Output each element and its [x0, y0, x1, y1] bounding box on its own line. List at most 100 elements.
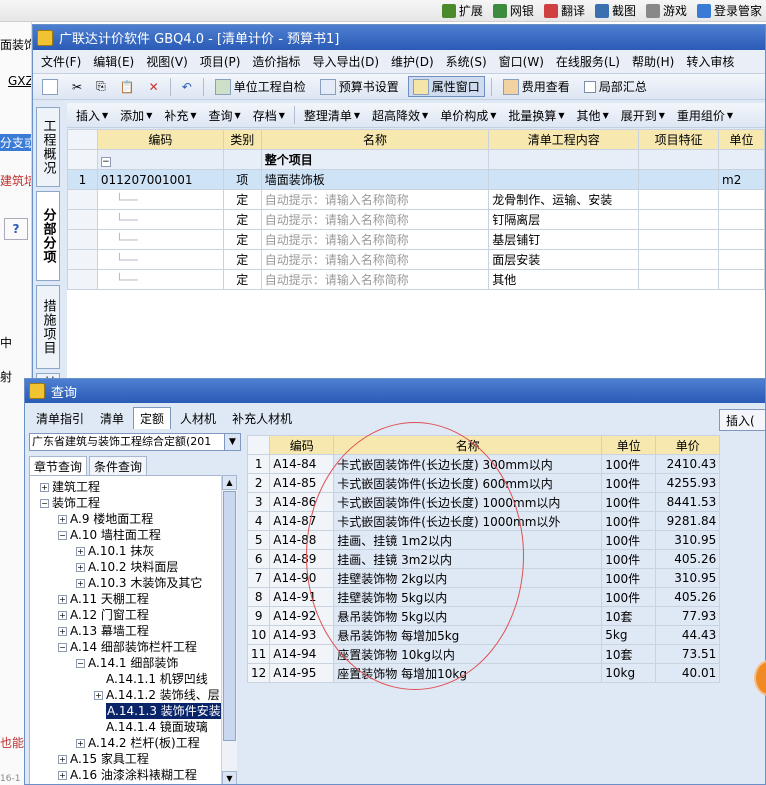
vtab-1[interactable]: 分部分项	[36, 191, 60, 281]
tree-connector[interactable]: └──	[96, 249, 224, 270]
col-type[interactable]: 类别	[222, 129, 262, 150]
cell-code[interactable]: A14-87	[269, 511, 335, 531]
cell-price[interactable]: 310.95	[655, 530, 721, 550]
col-name[interactable]: 名称	[333, 435, 603, 455]
chevron-down-icon[interactable]: ▼	[224, 434, 240, 450]
cell-price[interactable]: 405.26	[655, 587, 721, 607]
cell-type[interactable]: 定	[222, 229, 262, 250]
tree-node[interactable]: A.14.1.3 装饰件安装	[94, 703, 222, 719]
col-price[interactable]: 单价	[655, 435, 721, 455]
query-tab-0[interactable]: 清单指引	[29, 407, 91, 429]
cell-name[interactable]: 挂画、挂镜 3m2以内	[333, 549, 603, 569]
cell-code[interactable]: A14-86	[269, 492, 335, 512]
query-tab-2[interactable]: 定额	[133, 407, 172, 429]
cell-unit[interactable]: 100件	[601, 568, 657, 588]
cell-name-hint[interactable]: 自动提示：请输入名称简称	[260, 209, 490, 230]
cell-unit[interactable]: 10套	[601, 606, 657, 626]
tree-node[interactable]: A.14.1.1 机锣凹线	[94, 671, 208, 687]
collapse-icon[interactable]: −	[40, 498, 49, 508]
tree-node[interactable]: + A.14.2 栏杆(板)工程	[76, 735, 200, 751]
table-row[interactable]: 12 A14-95 座置装饰物 每增加10kg 10kg 40.01	[246, 663, 721, 683]
tree-node[interactable]: + A.10.2 块料面层	[76, 559, 178, 575]
expand-icon[interactable]: +	[76, 738, 85, 748]
cell-name[interactable]: 墙面装饰板	[260, 169, 490, 190]
tree-node[interactable]: + A.10.1 抹灰	[76, 543, 154, 559]
table-row[interactable]: 9 A14-92 悬吊装饰物 5kg以内 10套 77.93	[246, 606, 721, 626]
grid-tool-1[interactable]: 添加 ▼	[115, 107, 157, 124]
cell-unit[interactable]: 100件	[601, 492, 657, 512]
cell-name[interactable]: 挂壁装饰物 2kg以内	[333, 568, 603, 588]
tree-connector[interactable]: └──	[96, 269, 224, 290]
vtab-2[interactable]: 措施项目	[36, 285, 60, 369]
cell-type[interactable]: 定	[222, 209, 262, 230]
cell-unit[interactable]: m2	[718, 169, 765, 190]
cell-code[interactable]: A14-88	[269, 530, 335, 550]
book-settings-button[interactable]: 预算书设置	[315, 76, 404, 97]
undo-icon[interactable]: ↶	[177, 78, 197, 96]
menu-item-9[interactable]: 在线服务(L)	[550, 53, 626, 70]
tree-node[interactable]: + 建筑工程	[40, 479, 100, 495]
grid-tool-5[interactable]: 整理清单 ▼	[299, 107, 365, 124]
expand-icon[interactable]: +	[58, 626, 67, 636]
main-titlebar[interactable]: 广联达计价软件 GBQ4.0 - [清单计价 - 预算书1]	[33, 25, 765, 50]
col-unit[interactable]: 单位	[601, 435, 657, 455]
menu-item-10[interactable]: 帮助(H)	[626, 53, 680, 70]
grid-tool-11[interactable]: 重用组价 ▼	[672, 107, 738, 124]
grid-tool-8[interactable]: 批量换算 ▼	[503, 107, 569, 124]
table-row[interactable]: └── 定自动提示：请输入名称简称 其他	[67, 269, 765, 290]
tree-node[interactable]: A.14.1.4 镜面玻璃	[94, 719, 208, 735]
help-icon[interactable]: ?	[4, 218, 28, 240]
tree-node[interactable]: + A.15 家具工程	[58, 751, 149, 767]
cell-name[interactable]: 座置装饰物 10kg以内	[333, 644, 603, 664]
cell-unit[interactable]: 10套	[601, 644, 657, 664]
cell-price[interactable]: 40.01	[655, 663, 721, 683]
insert-button[interactable]: 插入(	[719, 409, 765, 431]
tab-condition-query[interactable]: 条件查询	[89, 456, 148, 477]
cell-name[interactable]: 悬吊装饰物 5kg以内	[333, 606, 603, 626]
menu-item-0[interactable]: 文件(F)	[35, 53, 87, 70]
expand-icon[interactable]: +	[76, 562, 85, 572]
collapse-toggle-icon[interactable]: −	[100, 156, 111, 167]
cell-price[interactable]: 8441.53	[655, 492, 721, 512]
cell-name[interactable]: 挂壁装饰物 5kg以内	[333, 587, 603, 607]
tree-node[interactable]: − 装饰工程	[40, 495, 100, 511]
cell-code[interactable]: A14-90	[269, 568, 335, 588]
browser-screenshot-button[interactable]: 截图	[594, 2, 636, 19]
cell-unit[interactable]: 100件	[601, 454, 657, 474]
cell-unit[interactable]: 5kg	[601, 625, 657, 645]
tree-node[interactable]: + A.13 幕墙工程	[58, 623, 149, 639]
col-code[interactable]: 编码	[96, 129, 224, 150]
browser-game-button[interactable]: 游戏	[645, 2, 687, 19]
grid-tool-3[interactable]: 查询 ▼	[204, 107, 246, 124]
cost-view-button[interactable]: 费用查看	[498, 76, 575, 97]
cell-unit[interactable]: 100件	[601, 530, 657, 550]
tree-node[interactable]: + A.10.3 木装饰及其它	[76, 575, 202, 591]
query-tab-4[interactable]: 补充人材机	[225, 407, 299, 429]
cell-content[interactable]: 龙骨制作、运输、安装	[488, 189, 640, 210]
col-feature[interactable]: 项目特征	[638, 129, 720, 150]
tree-connector[interactable]: └──	[96, 209, 224, 230]
cell-name[interactable]: 挂画、挂镜 1m2以内	[333, 530, 603, 550]
table-row[interactable]: └── 定自动提示：请输入名称简称 面层安装	[67, 249, 765, 270]
col-code[interactable]: 编码	[269, 435, 335, 455]
expand-icon[interactable]: +	[58, 770, 67, 780]
paste-icon[interactable]: 📋	[115, 78, 140, 96]
cell-price[interactable]: 44.43	[655, 625, 721, 645]
cell-type[interactable]: 定	[222, 189, 262, 210]
col-unit[interactable]: 单位	[718, 129, 765, 150]
cell-code[interactable]: A14-89	[269, 549, 335, 569]
cell-unit[interactable]: 100件	[601, 549, 657, 569]
cell-price[interactable]: 9281.84	[655, 511, 721, 531]
grid-tool-7[interactable]: 单价构成 ▼	[435, 107, 501, 124]
menu-item-3[interactable]: 项目(P)	[194, 53, 247, 70]
cell-price[interactable]: 2410.43	[655, 454, 721, 474]
table-row[interactable]: 2 A14-85 卡式嵌固装饰件(长边长度) 600mm以内 100件 4255.93	[246, 473, 721, 493]
browser-translate-button[interactable]: 翻译	[543, 2, 585, 19]
cell-name[interactable]: 卡式嵌固装饰件(长边长度) 300mm以内	[333, 454, 603, 474]
cell-name-hint[interactable]: 自动提示：请输入名称简称	[260, 249, 490, 270]
query-tab-3[interactable]: 人材机	[173, 407, 223, 429]
tree-node[interactable]: + A.14.1.2 装饰线、层	[94, 687, 220, 703]
menu-item-6[interactable]: 维护(D)	[385, 53, 440, 70]
tree-connector[interactable]: └──	[96, 229, 224, 250]
cell-code[interactable]: A14-92	[269, 606, 335, 626]
